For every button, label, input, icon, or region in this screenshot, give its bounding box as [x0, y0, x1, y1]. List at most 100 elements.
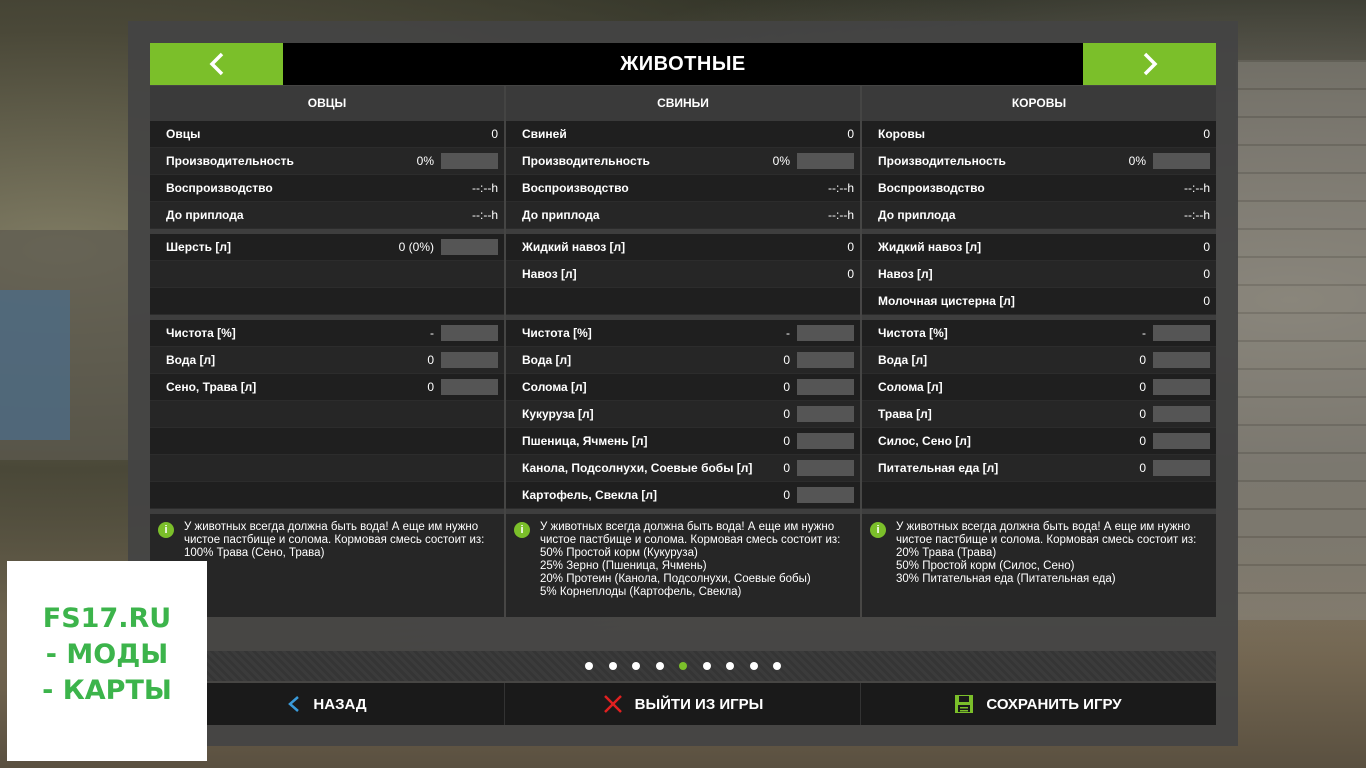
rows-section: Свиней 0 Производительность 0% Воспроизводст… [506, 121, 860, 229]
info-text: У животных всегда должна быть вода! А ещ… [896, 521, 1214, 586]
feed-row: Чистота [%] - [862, 320, 1216, 347]
info-icon: i [870, 522, 886, 538]
next-page-button[interactable] [1083, 43, 1216, 85]
row-value: 0 [427, 380, 434, 394]
column-sheep: ОВЦЫ Овцы 0 Производительность 0% Воспроизвод… [150, 86, 504, 617]
row-label: Жидкий навоз [л] [522, 240, 626, 254]
row-label: Вода [л] [166, 353, 216, 367]
info-icon: i [514, 522, 530, 538]
stat-row: До приплода --:--h [150, 202, 504, 229]
row-value: 0 (0%) [398, 240, 434, 254]
info-line: 100% Трава (Сено, Трава) [184, 547, 325, 559]
product-row: Жидкий навоз [л] 0 [862, 234, 1216, 261]
level-bar [441, 379, 498, 395]
row-value: 0% [772, 154, 790, 168]
row-label: Производительность [166, 154, 294, 168]
page-dot[interactable] [773, 662, 781, 670]
level-bar [441, 325, 498, 341]
level-bar [797, 433, 854, 449]
row-value: - [1142, 326, 1146, 340]
feed-section: Чистота [%] - Вода [л] 0 Солома [л] 0 Кукуруза… [506, 320, 860, 509]
stat-row: До приплода --:--h [862, 202, 1216, 229]
stat-row: Производительность 0% [150, 148, 504, 175]
row-value: 0 [783, 488, 790, 502]
feed-row: Чистота [%] - [150, 320, 504, 347]
row-label: Питательная еда [л] [878, 461, 999, 475]
page-dot[interactable] [632, 662, 640, 670]
back-label: НАЗАД [313, 695, 367, 713]
chevron-right-icon [1143, 52, 1157, 76]
floppy-disk-icon [955, 695, 974, 713]
row-value: 0 [783, 461, 790, 475]
row-value: --:--h [1184, 208, 1210, 222]
row-value: --:--h [472, 181, 498, 195]
product-row: Шерсть [л] 0 (0%) [150, 234, 504, 261]
info-line: У животных всегда должна быть вода! А ещ… [540, 521, 841, 546]
page-dot[interactable] [702, 662, 711, 670]
save-game-button[interactable]: СОХРАНИТЬ ИГРУ [861, 683, 1215, 725]
row-label: Воспроизводство [878, 181, 985, 195]
page-dot[interactable] [585, 662, 593, 670]
prev-page-button[interactable] [150, 43, 283, 85]
feed-row: Солома [л] 0 [862, 374, 1216, 401]
page-dot[interactable] [726, 662, 734, 670]
column-cows: КОРОВЫ Коровы 0 Производительность 0% Воспрои… [862, 86, 1216, 617]
product-row: Жидкий навоз [л] 0 [506, 234, 860, 261]
stat-row: Воспроизводство --:--h [506, 175, 860, 202]
row-value: --:--h [1184, 181, 1210, 195]
products-section: Жидкий навоз [л] 0 Навоз [л] 0 [506, 234, 860, 315]
save-label: СОХРАНИТЬ ИГРУ [986, 695, 1122, 713]
page-dot[interactable] [655, 662, 664, 670]
level-bar [441, 153, 498, 169]
product-row: Молочная цистерна [л] 0 [862, 288, 1216, 315]
stat-row: До приплода --:--h [506, 202, 860, 229]
row-value: 0 [1203, 127, 1210, 141]
product-row [150, 288, 504, 315]
level-bar [441, 239, 498, 255]
row-label: Навоз [л] [878, 267, 933, 281]
page-dot[interactable] [749, 662, 758, 670]
page-title: ЖИВОТНЫЕ [620, 53, 746, 75]
row-label: Шерсть [л] [166, 240, 231, 254]
row-label: Жидкий навоз [л] [878, 240, 982, 254]
column-pigs: СВИНЬИ Свиней 0 Производительность 0% Воспрои… [506, 86, 860, 617]
page-dot[interactable] [608, 662, 617, 670]
info-icon: i [158, 522, 174, 538]
level-bar [797, 352, 854, 368]
info-text: У животных всегда должна быть вода! А ещ… [540, 521, 858, 599]
level-bar [797, 325, 854, 341]
product-row [506, 288, 860, 315]
row-label: Кукуруза [л] [522, 407, 594, 421]
row-value: --:--h [828, 181, 854, 195]
row-value: 0 [847, 127, 854, 141]
info-text: У животных всегда должна быть вода! А ещ… [184, 521, 502, 560]
row-label: Вода [л] [522, 353, 572, 367]
info-line: 20% Трава (Трава) [896, 547, 997, 559]
pagination-dots [585, 662, 797, 670]
column-title: СВИНЬИ [506, 86, 860, 121]
level-bar [441, 352, 498, 368]
rows-section: Овцы 0 Производительность 0% Воспроизводство… [150, 121, 504, 229]
row-value: 0 [783, 353, 790, 367]
feed-row: Трава [л] 0 [862, 401, 1216, 428]
feed-row [150, 428, 504, 455]
feed-row: Силос, Сено [л] 0 [862, 428, 1216, 455]
row-label: Производительность [878, 154, 1006, 168]
row-value: 0 [1203, 294, 1210, 308]
page-dot[interactable] [679, 662, 687, 670]
row-value: 0 [783, 380, 790, 394]
feed-row: Канола, Подсолнухи, Соевые бобы [л] 0 [506, 455, 860, 482]
column-title: КОРОВЫ [862, 86, 1216, 121]
feed-row [150, 401, 504, 428]
feed-row [862, 482, 1216, 509]
row-label: До приплода [878, 208, 956, 222]
level-bar [1153, 433, 1210, 449]
row-value: - [430, 326, 434, 340]
info-line: У животных всегда должна быть вода! А ещ… [184, 521, 485, 546]
level-bar [1153, 153, 1210, 169]
level-bar [1153, 379, 1210, 395]
row-value: 0 [847, 267, 854, 281]
level-bar [1153, 352, 1210, 368]
quit-game-button[interactable]: ВЫЙТИ ИЗ ИГРЫ [506, 683, 861, 725]
stat-row: Свиней 0 [506, 121, 860, 148]
